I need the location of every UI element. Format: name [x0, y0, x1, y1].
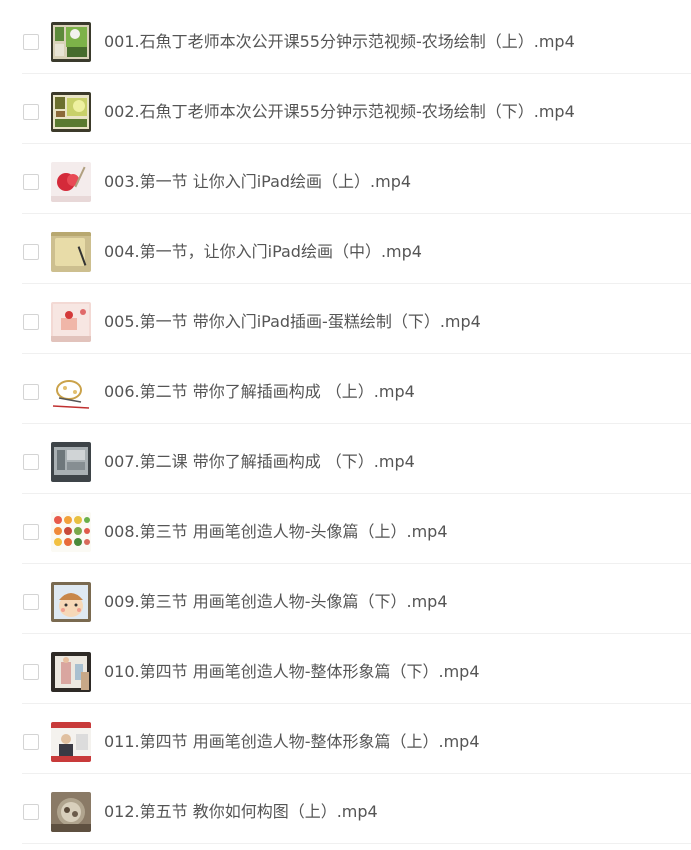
video-thumbnail-sketch-icon [51, 372, 91, 412]
select-checkbox[interactable] [23, 34, 39, 50]
file-name[interactable]: 004.第一节，让你入门iPad绘画（中）.mp4 [104, 242, 422, 262]
select-checkbox[interactable] [23, 104, 39, 120]
video-thumbnail-composition-icon [51, 792, 91, 832]
video-thumbnail-strawberry-icon [51, 162, 91, 202]
select-checkbox[interactable] [23, 664, 39, 680]
list-item[interactable]: 002.石魚丁老师本次公开课55分钟示范视频-农场绘制（下）.mp4 [0, 74, 691, 144]
video-thumbnail-faces-icon [51, 512, 91, 552]
file-name[interactable]: 007.第二课 带你了解插画构成 （下）.mp4 [104, 452, 415, 472]
list-item[interactable]: 007.第二课 带你了解插画构成 （下）.mp4 [0, 424, 691, 494]
video-thumbnail-presenter-icon [51, 722, 91, 762]
select-checkbox[interactable] [23, 244, 39, 260]
list-item[interactable]: 009.第三节 用画笔创造人物-头像篇（下）.mp4 [0, 564, 691, 634]
file-name[interactable]: 011.第四节 用画笔创造人物-整体形象篇（上）.mp4 [104, 732, 480, 752]
video-thumbnail-farm-icon [51, 92, 91, 132]
select-checkbox[interactable] [23, 454, 39, 470]
list-item[interactable]: 006.第二节 带你了解插画构成 （上）.mp4 [0, 354, 691, 424]
file-name[interactable]: 003.第一节 让你入门iPad绘画（上）.mp4 [104, 172, 411, 192]
file-name[interactable]: 009.第三节 用画笔创造人物-头像篇（下）.mp4 [104, 592, 448, 612]
file-name[interactable]: 008.第三节 用画笔创造人物-头像篇（上）.mp4 [104, 522, 448, 542]
file-name[interactable]: 002.石魚丁老师本次公开课55分钟示范视频-农场绘制（下）.mp4 [104, 102, 575, 122]
list-item[interactable]: 011.第四节 用画笔创造人物-整体形象篇（上）.mp4 [0, 704, 691, 774]
select-checkbox[interactable] [23, 594, 39, 610]
list-item[interactable]: 004.第一节，让你入门iPad绘画（中）.mp4 [0, 214, 691, 284]
list-item[interactable]: 003.第一节 让你入门iPad绘画（上）.mp4 [0, 144, 691, 214]
select-checkbox[interactable] [23, 734, 39, 750]
file-name[interactable]: 006.第二节 带你了解插画构成 （上）.mp4 [104, 382, 415, 402]
video-thumbnail-screen-icon [51, 442, 91, 482]
file-name[interactable]: 001.石魚丁老师本次公开课55分钟示范视频-农场绘制（上）.mp4 [104, 32, 575, 52]
select-checkbox[interactable] [23, 384, 39, 400]
file-list: 001.石魚丁老师本次公开课55分钟示范视频-农场绘制（上）.mp4 002.石… [0, 0, 691, 850]
video-thumbnail-figure-icon [51, 652, 91, 692]
file-name[interactable]: 012.第五节 教你如何构图（上）.mp4 [104, 802, 378, 822]
select-checkbox[interactable] [23, 804, 39, 820]
file-name[interactable]: 005.第一节 带你入门iPad插画-蛋糕绘制（下）.mp4 [104, 312, 481, 332]
list-item[interactable]: 001.石魚丁老师本次公开课55分钟示范视频-农场绘制（上）.mp4 [0, 4, 691, 74]
video-thumbnail-face-icon [51, 582, 91, 622]
video-thumbnail-farm-icon [51, 22, 91, 62]
list-item[interactable]: 008.第三节 用画笔创造人物-头像篇（上）.mp4 [0, 494, 691, 564]
video-thumbnail-tablet-icon [51, 232, 91, 272]
select-checkbox[interactable] [23, 524, 39, 540]
list-item[interactable]: 012.第五节 教你如何构图（上）.mp4 [0, 774, 691, 844]
row-divider [22, 843, 691, 844]
list-item[interactable]: 010.第四节 用画笔创造人物-整体形象篇（下）.mp4 [0, 634, 691, 704]
list-item[interactable]: 005.第一节 带你入门iPad插画-蛋糕绘制（下）.mp4 [0, 284, 691, 354]
select-checkbox[interactable] [23, 174, 39, 190]
file-name[interactable]: 010.第四节 用画笔创造人物-整体形象篇（下）.mp4 [104, 662, 480, 682]
video-thumbnail-cake-icon [51, 302, 91, 342]
select-checkbox[interactable] [23, 314, 39, 330]
